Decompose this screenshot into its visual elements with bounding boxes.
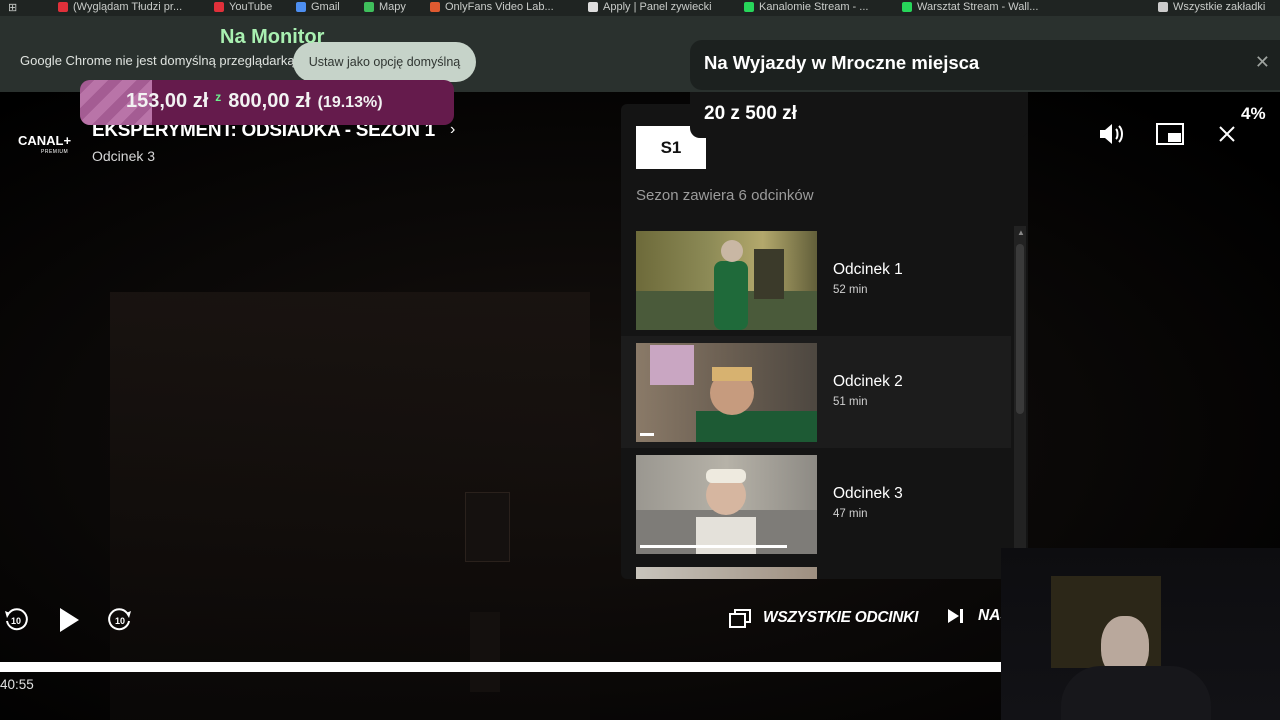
episode-thumbnail-image xyxy=(636,240,817,330)
play-icon[interactable] xyxy=(54,604,84,636)
bookmark-item[interactable]: Gmail xyxy=(296,1,340,13)
video-frame-window xyxy=(465,492,510,562)
episode-item-2[interactable]: Odcinek 2 51 min xyxy=(621,336,1011,448)
goal-panel: Na Wyjazdy w Mroczne miejsca ✕ xyxy=(690,40,1280,90)
bookmark-item[interactable]: OnlyFans Video Lab... xyxy=(430,1,554,13)
episode-item-3[interactable]: Odcinek 3 47 min xyxy=(621,448,1011,560)
bookmark-favicon-icon xyxy=(902,2,912,12)
season-info: Sezon zawiera 6 odcinków xyxy=(636,187,814,204)
donation-goal: 800,00 zł xyxy=(228,90,311,112)
playback-time: 40:55 xyxy=(0,677,34,692)
bookmark-item[interactable]: (Wyglądam Tłudzi pr... xyxy=(58,1,182,13)
donation-goal-bar: 153,00 zł z 800,00 zł (19.13%) xyxy=(80,80,454,125)
episode-duration: 52 min xyxy=(833,284,868,296)
svg-text:10: 10 xyxy=(11,616,21,626)
apps-icon[interactable]: ⊞ xyxy=(8,1,17,14)
bookmark-item[interactable]: Warsztat Stream - Wall... xyxy=(902,1,1038,13)
close-icon[interactable] xyxy=(1211,118,1243,150)
episode-thumbnail[interactable] xyxy=(636,567,817,579)
rewind-10-icon[interactable]: 10 xyxy=(2,606,30,634)
episodes-panel: S1 Sezon zawiera 6 odcinków Odcinek 1 52… xyxy=(621,104,1028,579)
bookmark-favicon-icon xyxy=(214,2,224,12)
bookmark-favicon-icon xyxy=(364,2,374,12)
goal-amount: 20 z 500 zł xyxy=(704,103,797,124)
forward-10-icon[interactable]: 10 xyxy=(106,606,134,634)
goal-title: Na Wyjazdy w Mroczne miejsca xyxy=(704,52,980,73)
episode-title: Odcinek 3 xyxy=(833,485,903,502)
next-episode-button[interactable]: NASTĘPNY ODCINEK xyxy=(946,607,1002,625)
episode-duration: 47 min xyxy=(833,508,868,520)
logo-subtext: PREMIUM xyxy=(41,149,69,155)
bookmark-item[interactable]: YouTube xyxy=(214,1,272,13)
all-episodes-button[interactable]: WSZYSTKIE ODCINKI xyxy=(728,607,918,629)
goal-percent: 4% xyxy=(1241,104,1266,123)
scroll-up-arrow-icon[interactable]: ▲ xyxy=(1017,228,1025,237)
donation-current: 153,00 zł xyxy=(126,90,209,112)
episode-progress-bar xyxy=(640,545,788,548)
next-episode-label: NASTĘPNY ODCINEK xyxy=(978,607,1002,624)
chevron-right-icon[interactable]: › xyxy=(450,121,455,139)
current-episode-label: Odcinek 3 xyxy=(92,148,156,164)
episode-thumbnail[interactable] xyxy=(636,455,817,554)
bookmark-favicon-icon xyxy=(296,2,306,12)
picture-in-picture-icon[interactable] xyxy=(1154,118,1186,150)
bookmark-favicon-icon xyxy=(58,2,68,12)
episode-progress-bar xyxy=(640,433,654,436)
bookmark-favicon-icon xyxy=(430,2,440,12)
canal-plus-logo: CANAL+ PREMIUM xyxy=(18,134,71,155)
bookmarks-bar: ⊞ (Wyglądam Tłudzi pr... YouTube Gmail M… xyxy=(0,0,1280,16)
bookmark-item[interactable]: Kanalomie Stream - ... xyxy=(744,1,868,13)
logo-text: CANAL+ xyxy=(18,133,72,148)
episode-list: Odcinek 1 52 min Odcinek 2 51 min Odcine… xyxy=(621,224,1011,579)
monitor-label: Na Monitor xyxy=(220,26,325,48)
donation-text: 153,00 zł z 800,00 zł (19.13%) xyxy=(126,90,383,113)
donation-percent: (19.13%) xyxy=(317,94,383,111)
infobar-message: Google Chrome nie jest domyślną przegląd… xyxy=(20,53,295,68)
episode-thumbnail-image xyxy=(636,469,817,554)
close-icon[interactable]: ✕ xyxy=(1255,52,1270,73)
all-episodes-label: WSZYSTKIE ODCINKI xyxy=(763,609,919,626)
volume-icon[interactable] xyxy=(1096,118,1128,150)
bookmark-item[interactable]: Mapy xyxy=(364,1,406,13)
video-frame-window xyxy=(470,612,500,692)
episode-thumbnail[interactable] xyxy=(636,231,817,330)
episode-item-4[interactable] xyxy=(621,560,1011,579)
episode-duration: 51 min xyxy=(833,396,868,408)
svg-text:10: 10 xyxy=(115,616,125,626)
episode-thumbnail[interactable] xyxy=(636,343,817,442)
playback-progress-bar[interactable] xyxy=(0,662,1001,672)
bookmark-favicon-icon xyxy=(588,2,598,12)
skip-next-icon xyxy=(948,609,963,623)
video-frame-wall xyxy=(110,292,590,720)
webcam-person-body xyxy=(1061,666,1211,720)
scrollbar-thumb[interactable] xyxy=(1016,244,1024,414)
folder-icon xyxy=(1158,2,1168,12)
bookmark-item[interactable]: Apply | Panel zywiecki xyxy=(588,1,712,13)
bookmark-item[interactable]: Wszystkie zakładki xyxy=(1158,1,1265,13)
webcam-overlay xyxy=(1001,548,1280,720)
episode-title: Odcinek 2 xyxy=(833,373,903,390)
episode-thumbnail-image xyxy=(650,345,817,442)
episode-title: Odcinek 1 xyxy=(833,261,903,278)
episodes-icon xyxy=(729,609,751,628)
bookmark-favicon-icon xyxy=(744,2,754,12)
episode-item-1[interactable]: Odcinek 1 52 min xyxy=(621,224,1011,336)
donation-separator: z xyxy=(215,90,222,104)
